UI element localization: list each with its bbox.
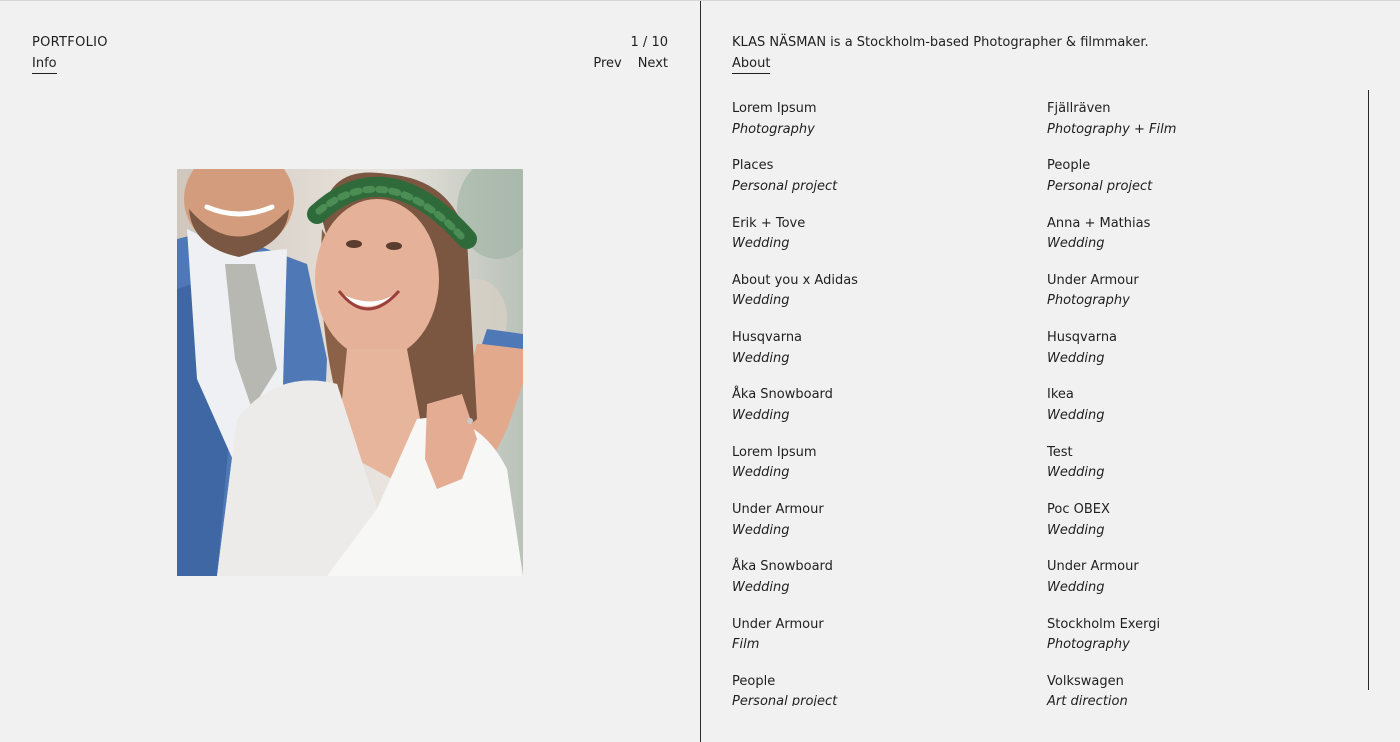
project-category: Wedding [732, 579, 790, 595]
project-grid: Lorem Ipsum Photography Fjällräven Photogra… [732, 99, 1362, 706]
project-category: Wedding [1047, 522, 1105, 538]
project-title: Erik + Tove [732, 215, 806, 231]
project-item[interactable]: About you x Adidas Wedding [732, 271, 1047, 328]
pager: Prev Next [593, 56, 668, 71]
project-title: Volkswagen [1047, 673, 1124, 689]
project-category: Personal project [732, 694, 838, 706]
project-title: Ikea [1047, 387, 1074, 403]
project-title: Places [732, 158, 774, 174]
project-category: Photography + Film [1047, 121, 1177, 137]
slide-counter: 1 / 10 [630, 35, 668, 50]
project-title: Under Armour [1047, 272, 1139, 288]
project-category: Wedding [732, 236, 790, 252]
project-title: Test [1047, 444, 1073, 460]
project-item[interactable]: Places Personal project [732, 156, 1047, 213]
project-item[interactable]: Husqvarna Wedding [732, 328, 1047, 385]
project-category: Art direction [1047, 694, 1128, 706]
project-title: Under Armour [1047, 559, 1139, 575]
project-category: Wedding [1047, 579, 1105, 595]
project-list[interactable]: Lorem Ipsum Photography Fjällräven Photogra… [732, 99, 1362, 706]
project-item[interactable]: Lorem Ipsum Photography [732, 99, 1047, 156]
about-link[interactable]: About [732, 56, 771, 74]
viewer-pane: PORTFOLIO Info 1 / 10 Prev Next [0, 1, 700, 742]
project-item[interactable]: Anna + Mathias Wedding [1047, 214, 1362, 271]
project-title: Anna + Mathias [1047, 215, 1151, 231]
wedding-couple-image [177, 169, 523, 576]
project-item[interactable]: Under Armour Photography [1047, 271, 1362, 328]
project-item[interactable]: Ikea Wedding [1047, 385, 1362, 442]
project-item[interactable]: People Personal project [732, 672, 1047, 706]
project-title: Husqvarna [1047, 330, 1118, 346]
project-item[interactable]: Erik + Tove Wedding [732, 214, 1047, 271]
project-item[interactable]: Åka Snowboard Wedding [732, 385, 1047, 442]
project-item[interactable]: Lorem Ipsum Wedding [732, 443, 1047, 500]
project-category: Wedding [732, 407, 790, 423]
project-item[interactable]: Test Wedding [1047, 443, 1362, 500]
project-category: Wedding [1047, 465, 1105, 481]
project-category: Photography [1047, 637, 1130, 653]
project-category: Wedding [1047, 236, 1105, 252]
project-title: Lorem Ipsum [732, 101, 817, 116]
project-category: Photography [732, 121, 815, 137]
project-item[interactable]: Under Armour Film [732, 615, 1047, 672]
project-item[interactable]: Under Armour Wedding [732, 500, 1047, 557]
project-item[interactable]: Åka Snowboard Wedding [732, 557, 1047, 614]
project-item[interactable]: Husqvarna Wedding [1047, 328, 1362, 385]
project-category: Personal project [1047, 178, 1153, 194]
project-category: Film [732, 637, 760, 653]
project-category: Photography [1047, 293, 1130, 309]
project-category: Wedding [1047, 350, 1105, 366]
project-title: Fjällräven [1047, 101, 1111, 116]
scrollbar[interactable] [1368, 90, 1369, 690]
project-title: Under Armour [732, 616, 824, 632]
project-title: Stockholm Exergi [1047, 616, 1161, 632]
project-title: People [732, 673, 776, 689]
project-title: Åka Snowboard [732, 387, 833, 403]
site-title[interactable]: PORTFOLIO [32, 35, 108, 50]
info-link[interactable]: Info [32, 56, 57, 74]
project-title: Poc OBEX [1047, 502, 1110, 518]
project-item[interactable]: Volkswagen Art direction [1047, 672, 1362, 706]
project-title: Åka Snowboard [732, 559, 833, 575]
project-title: Under Armour [732, 502, 824, 518]
project-item[interactable]: People Personal project [1047, 156, 1362, 213]
prev-button[interactable]: Prev [593, 56, 621, 71]
project-category: Personal project [732, 178, 838, 194]
bio-text: KLAS NÄSMAN is a Stockholm-based Photogr… [732, 35, 1149, 50]
project-title: About you x Adidas [732, 272, 858, 288]
featured-photo[interactable] [177, 169, 523, 576]
next-button[interactable]: Next [638, 56, 668, 71]
portfolio-page: PORTFOLIO Info 1 / 10 Prev Next KLAS NÄS… [0, 0, 1400, 742]
project-item[interactable]: Stockholm Exergi Photography [1047, 615, 1362, 672]
project-category: Wedding [732, 350, 790, 366]
index-pane: KLAS NÄSMAN is a Stockholm-based Photogr… [701, 1, 1400, 742]
project-category: Wedding [732, 293, 790, 309]
project-item[interactable]: Under Armour Wedding [1047, 557, 1362, 614]
project-title: Lorem Ipsum [732, 444, 817, 460]
project-title: Husqvarna [732, 330, 803, 346]
project-category: Wedding [1047, 407, 1105, 423]
project-category: Wedding [732, 522, 790, 538]
project-item[interactable]: Fjällräven Photography + Film [1047, 99, 1362, 156]
project-category: Wedding [732, 465, 790, 481]
project-title: People [1047, 158, 1091, 174]
project-item[interactable]: Poc OBEX Wedding [1047, 500, 1362, 557]
